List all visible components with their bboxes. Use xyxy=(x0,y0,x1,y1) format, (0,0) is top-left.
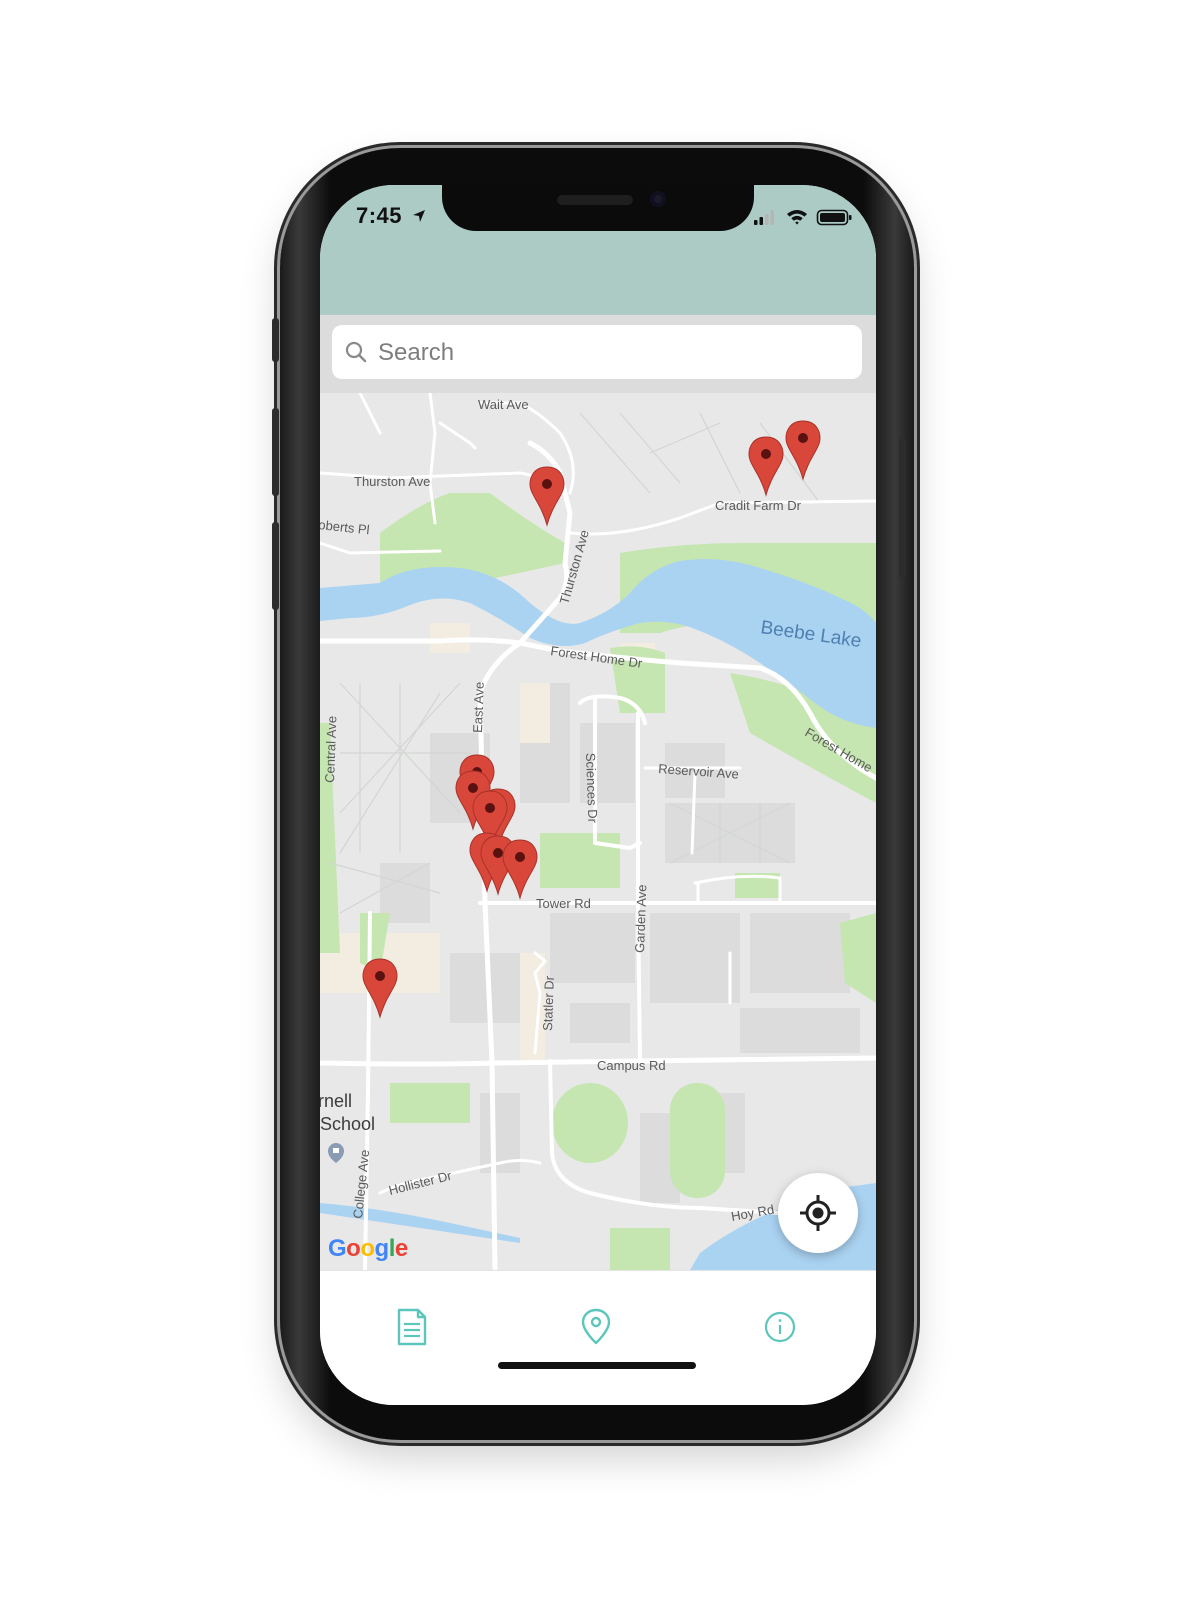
home-indicator[interactable] xyxy=(498,1362,696,1369)
battery-icon xyxy=(816,209,852,226)
map-canvas[interactable]: Wait Ave Thurston Ave oberts Pl Thurston… xyxy=(320,393,876,1270)
status-icons xyxy=(754,209,852,226)
map-pin-icon xyxy=(581,1308,611,1345)
tab-map[interactable] xyxy=(576,1307,616,1347)
label-school: School xyxy=(320,1114,375,1134)
volume-up-button xyxy=(272,408,279,496)
document-icon xyxy=(397,1308,427,1346)
label-cornell: rnell xyxy=(320,1091,352,1111)
search-input[interactable] xyxy=(376,333,840,373)
search-field[interactable] xyxy=(332,325,862,379)
wifi-icon xyxy=(787,210,807,225)
info-icon xyxy=(764,1311,796,1343)
label-thurston-ave: Thurston Ave xyxy=(354,474,430,489)
status-time: 7:45 xyxy=(356,203,403,228)
map-view[interactable]: Wait Ave Thurston Ave oberts Pl Thurston… xyxy=(320,393,876,1270)
label-sciences-dr: Sciences Dr xyxy=(583,753,600,824)
tab-info[interactable] xyxy=(760,1307,800,1347)
label-statler-dr: Statler Dr xyxy=(540,975,557,1031)
speaker-grille xyxy=(557,195,633,205)
recenter-location-button[interactable] xyxy=(778,1173,858,1253)
power-button xyxy=(899,438,906,578)
front-camera xyxy=(650,191,666,207)
label-central-ave: Central Ave xyxy=(322,716,339,783)
crosshair-icon xyxy=(800,1195,836,1231)
google-attribution-logo: Google xyxy=(328,1235,408,1262)
label-east-ave: East Ave xyxy=(470,682,487,734)
volume-down-button xyxy=(272,522,279,610)
label-garden-ave: Garden Ave xyxy=(632,884,649,953)
label-tower-rd: Tower Rd xyxy=(536,896,591,911)
search-icon xyxy=(345,341,367,363)
mute-switch xyxy=(272,318,279,362)
location-arrow-icon xyxy=(413,210,425,222)
search-bar xyxy=(320,315,876,393)
label-wait-ave: Wait Ave xyxy=(478,397,529,412)
notch xyxy=(442,185,754,231)
tab-bar xyxy=(320,1270,876,1405)
phone-screen: 7:45 Search Wait Ave Thurston Ave oberts… xyxy=(320,185,876,1405)
label-cradit-farm-dr: Cradit Farm Dr xyxy=(715,498,802,513)
tab-list[interactable] xyxy=(392,1307,432,1347)
signal-icon xyxy=(754,210,774,225)
label-campus-rd: Campus Rd xyxy=(597,1058,666,1073)
